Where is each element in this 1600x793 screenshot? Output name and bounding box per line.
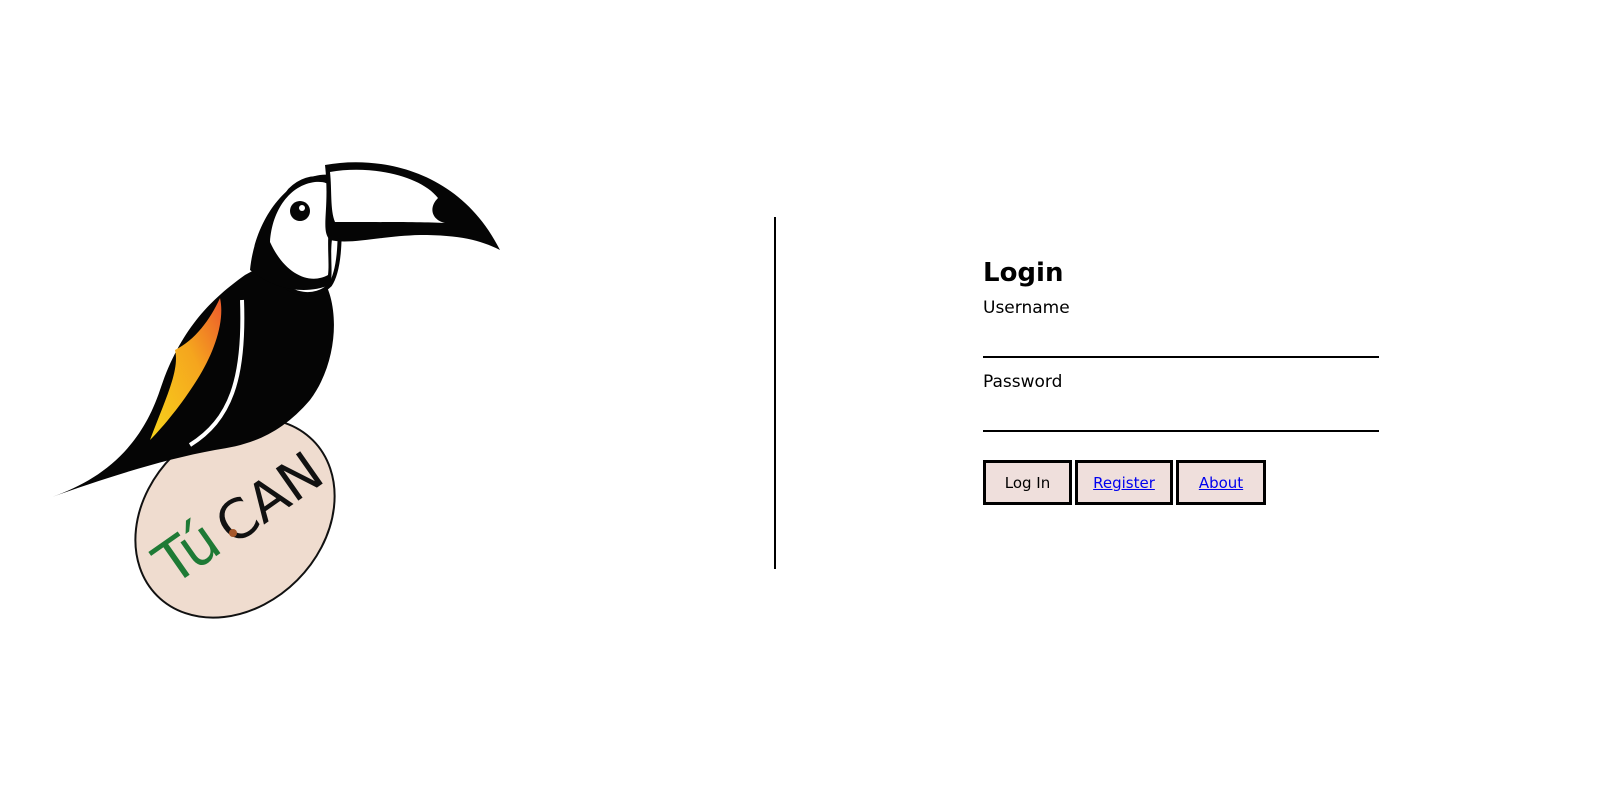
register-link[interactable]: Register — [1093, 474, 1155, 492]
toucan-logo-icon: Tú CAN — [52, 162, 500, 619]
username-input[interactable] — [983, 322, 1379, 358]
password-label: Password — [983, 372, 1063, 392]
login-page: Tú CAN Login Username Password Log In Re… — [0, 0, 1600, 793]
username-label: Username — [983, 298, 1070, 318]
login-form: Login Username Password Log In Register … — [983, 254, 1379, 505]
about-link[interactable]: About — [1199, 474, 1243, 492]
button-row: Log In Register About — [983, 460, 1379, 505]
login-title: Login — [983, 258, 1064, 288]
about-button[interactable]: About — [1176, 460, 1266, 505]
login-button[interactable]: Log In — [983, 460, 1072, 505]
vertical-divider — [774, 217, 776, 569]
register-button[interactable]: Register — [1075, 460, 1173, 505]
password-input[interactable] — [983, 396, 1379, 432]
